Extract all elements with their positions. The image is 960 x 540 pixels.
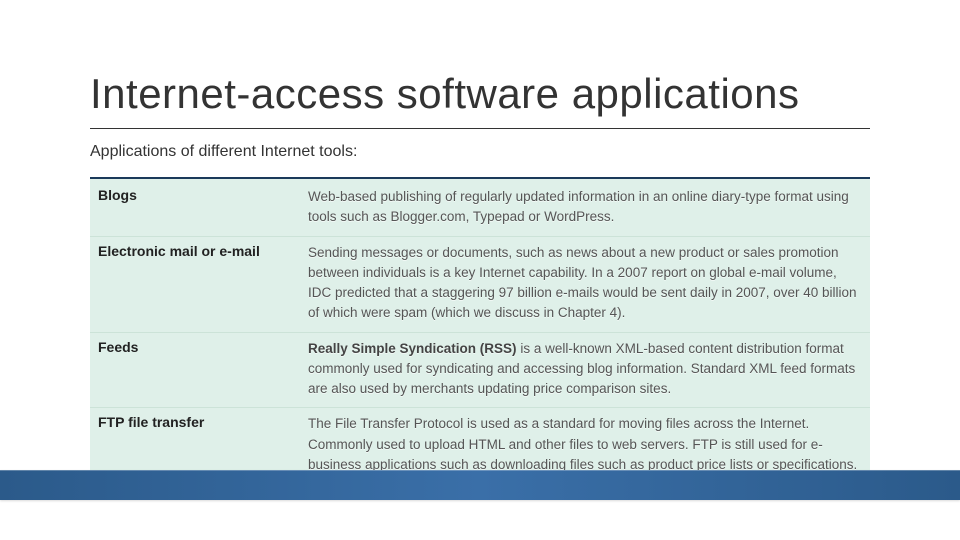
slide: Internet-access software applications Ap… (0, 0, 960, 540)
tools-table: Blogs Web-based publishing of regularly … (90, 177, 870, 484)
term-ftp: FTP file transfer (98, 414, 308, 475)
table-row: Feeds Really Simple Syndication (RSS) is… (90, 332, 870, 408)
subtitle-text: Applications of different Internet tools… (90, 143, 870, 161)
desc-blogs: Web-based publishing of regularly update… (308, 187, 862, 228)
desc-ftp: The File Transfer Protocol is used as a … (308, 414, 862, 475)
footer-accent-bar (0, 470, 960, 500)
desc-email: Sending messages or documents, such as n… (308, 243, 862, 324)
desc-feeds: Really Simple Syndication (RSS) is a wel… (308, 339, 862, 400)
term-email: Electronic mail or e-mail (98, 243, 308, 324)
desc-feeds-lead: Really Simple Syndication (RSS) (308, 341, 517, 356)
table-row: Electronic mail or e-mail Sending messag… (90, 236, 870, 332)
table-row: Blogs Web-based publishing of regularly … (90, 179, 870, 236)
term-feeds: Feeds (98, 339, 308, 400)
term-blogs: Blogs (98, 187, 308, 228)
page-title: Internet-access software applications (90, 70, 870, 129)
